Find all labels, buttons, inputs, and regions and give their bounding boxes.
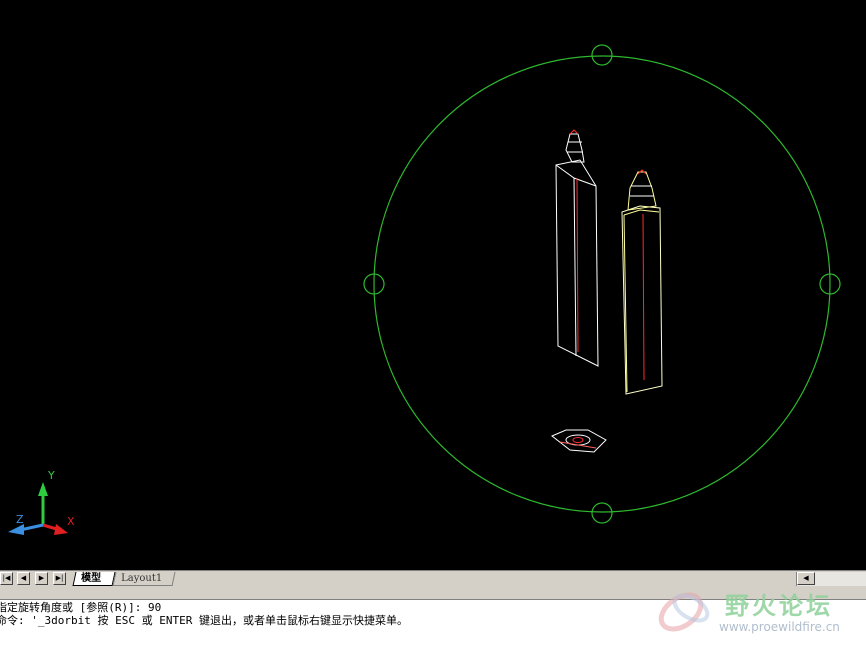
tab-nav-last-button[interactable]: ▶|	[53, 572, 66, 585]
command-window-border	[0, 586, 866, 600]
tab-nav-next-button[interactable]: ▶	[35, 572, 48, 585]
tab-nav-prev-button[interactable]: ◀	[17, 572, 30, 585]
orbit-handle-bottom[interactable]	[591, 502, 613, 524]
layout-tab-bar: |◀ ◀ ▶ ▶| 模型 Layout1 ◀	[0, 570, 866, 586]
drawing-viewport[interactable]: Y Z X	[0, 0, 866, 570]
model-space-canvas[interactable]: Y Z X	[0, 0, 866, 570]
scroll-left-arrow-icon[interactable]: ◀	[797, 572, 815, 585]
command-prompt-line[interactable]: 命令: '_3dorbit 按 ESC 或 ENTER 键退出，或者单击鼠标右键…	[0, 614, 408, 627]
tab-layout1-label: Layout1	[121, 573, 163, 584]
model-part-bottom	[551, 429, 607, 453]
model-body-left	[555, 129, 599, 367]
horizontal-scrollbar[interactable]: ◀	[796, 572, 866, 586]
command-window[interactable]: 指定旋转角度或 [参照(R)]: 90 命令: '_3dorbit 按 ESC …	[0, 600, 866, 646]
tab-nav-first-button[interactable]: |◀	[0, 572, 13, 585]
orbit-handle-top[interactable]	[591, 44, 613, 66]
tab-model[interactable]: 模型	[72, 572, 116, 586]
model-body-right	[621, 169, 663, 395]
tab-layout1[interactable]: Layout1	[112, 572, 176, 586]
ucs-icon: Y Z X	[8, 469, 75, 535]
ucs-x-label: X	[67, 515, 75, 528]
tab-model-label: 模型	[81, 573, 102, 584]
ucs-z-label: Z	[16, 513, 24, 526]
command-history-line: 指定旋转角度或 [参照(R)]: 90	[0, 601, 162, 614]
ucs-y-label: Y	[47, 469, 55, 482]
